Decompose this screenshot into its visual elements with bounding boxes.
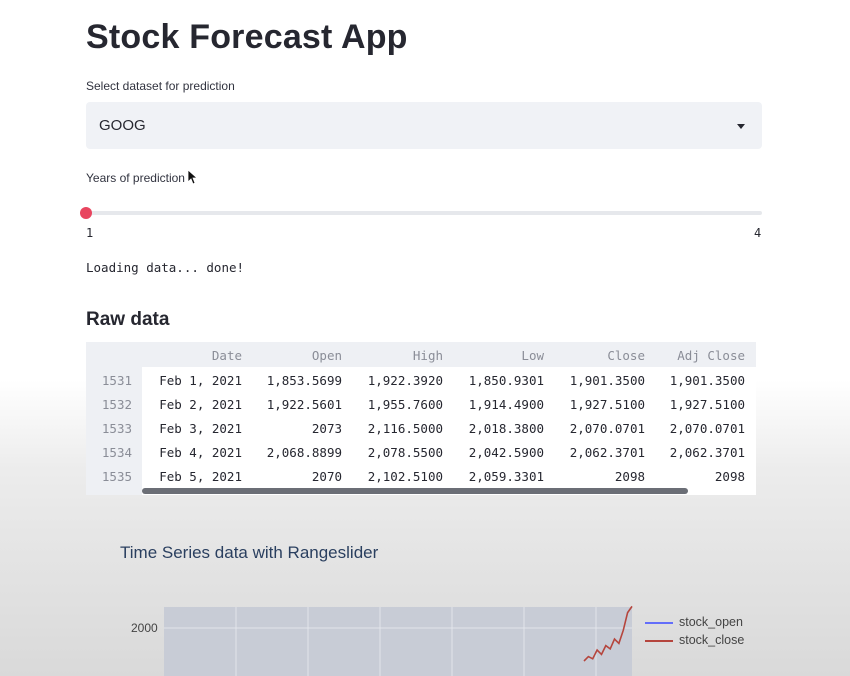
series-line-stock-close <box>583 605 633 662</box>
legend-line-close-icon <box>645 639 673 642</box>
legend-item-stock-close[interactable]: stock_close <box>645 633 744 647</box>
chart-svg <box>164 605 633 676</box>
legend-item-stock-open[interactable]: stock_open <box>645 615 743 629</box>
legend-line-open-icon <box>645 621 673 624</box>
mouse-cursor-icon <box>187 169 197 185</box>
legend-label: stock_open <box>679 615 743 629</box>
legend-label: stock_close <box>679 633 745 647</box>
